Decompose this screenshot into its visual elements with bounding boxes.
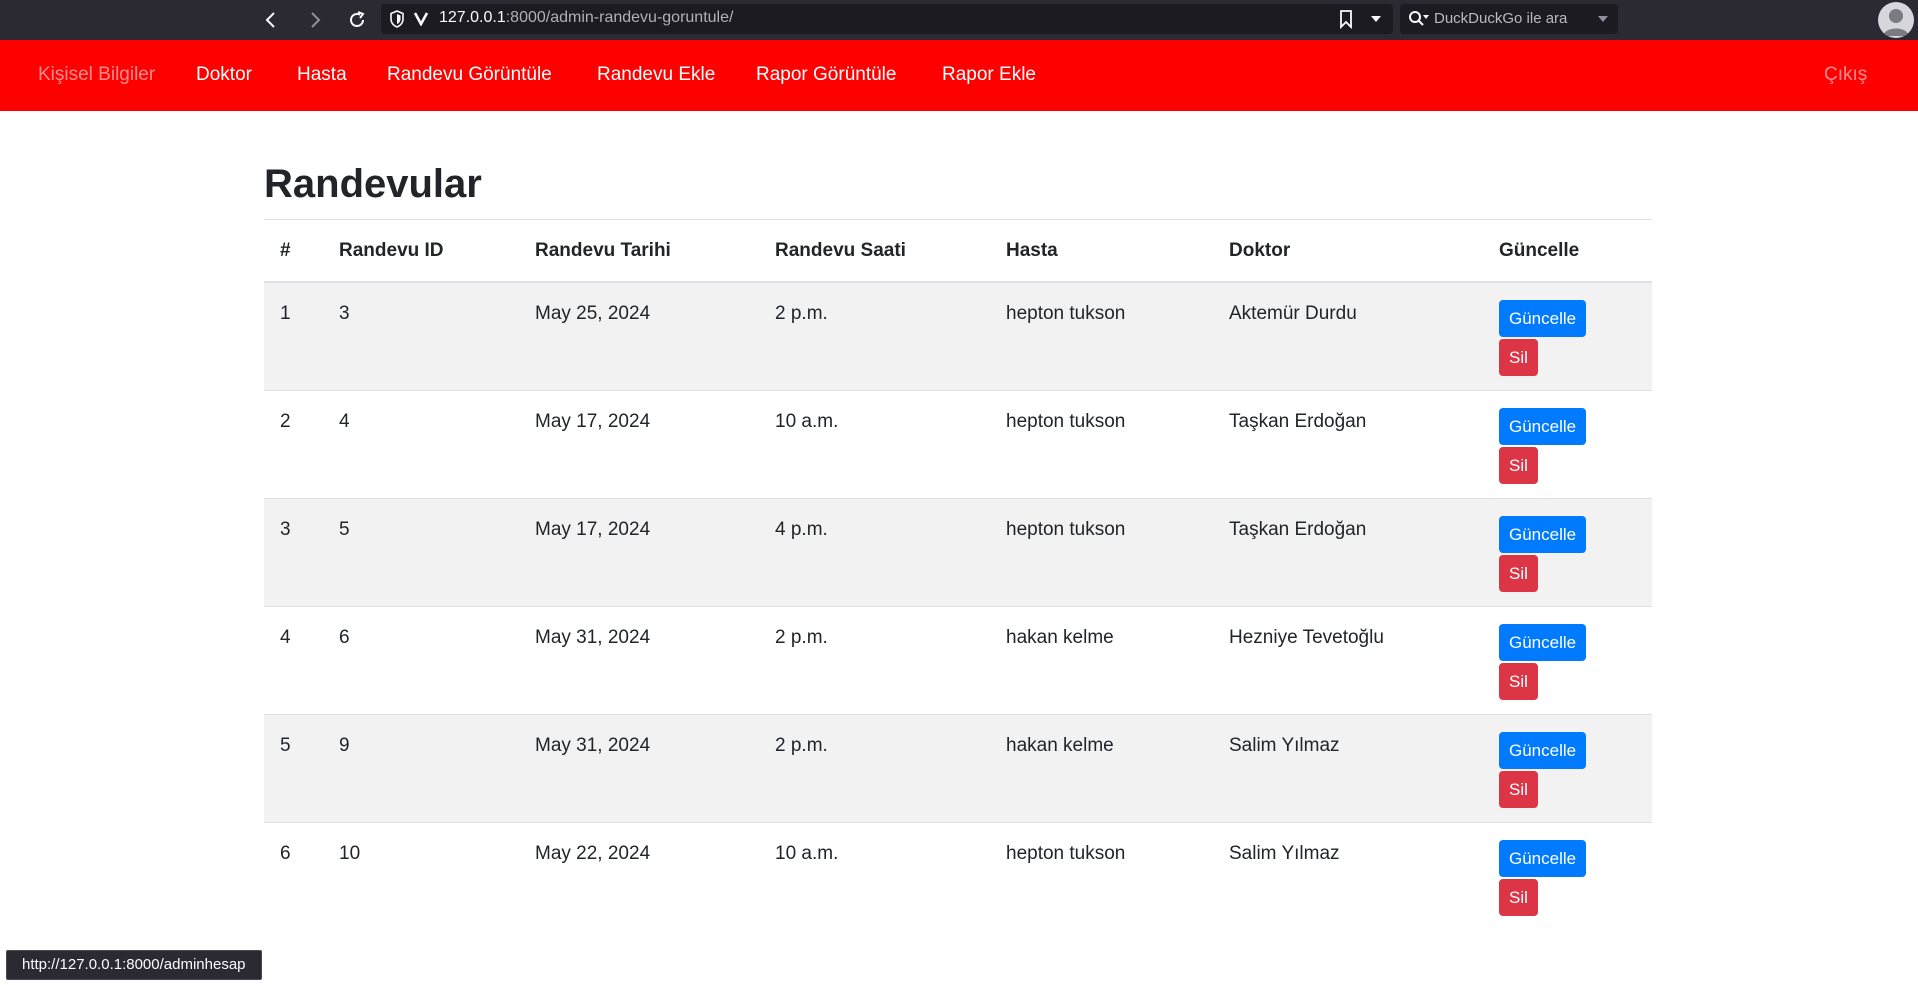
update-button[interactable]: Güncelle: [1499, 839, 1587, 877]
cell-randevu-tarihi: May 22, 2024: [519, 821, 759, 930]
cell-randevu-tarihi: May 17, 2024: [519, 389, 759, 498]
cell-doktor: Salim Yılmaz: [1213, 821, 1483, 930]
col-header-randevu-tarihi: Randevu Tarihi: [519, 219, 759, 283]
col-header-hasta: Hasta: [990, 219, 1213, 283]
table-header-row: # Randevu ID Randevu Tarihi Randevu Saat…: [264, 219, 1652, 283]
delete-button[interactable]: Sil: [1499, 339, 1538, 376]
browser-toolbar: 127.0.0.1:8000/admin-randevu-goruntule/ …: [0, 0, 1918, 40]
cell-hasta: hepton tukson: [990, 281, 1213, 390]
search-icon: [1408, 10, 1430, 33]
cell-actions: Güncelle Sil: [1483, 605, 1652, 714]
cell-hasta: hepton tukson: [990, 389, 1213, 498]
nav-doktor[interactable]: Doktor: [196, 64, 252, 86]
nav-randevu-ekle[interactable]: Randevu Ekle: [597, 64, 715, 86]
col-header-randevu-id: Randevu ID: [323, 219, 519, 283]
col-header-doktor: Doktor: [1213, 219, 1483, 283]
table-row: 4 6 May 31, 2024 2 p.m. hakan kelme Hezn…: [264, 605, 1652, 714]
account-avatar[interactable]: [1878, 2, 1914, 38]
cell-randevu-tarihi: May 17, 2024: [519, 497, 759, 606]
cell-doktor: Salim Yılmaz: [1213, 713, 1483, 822]
cell-hasta: hakan kelme: [990, 713, 1213, 822]
update-button[interactable]: Güncelle: [1499, 300, 1587, 337]
col-header-no: #: [264, 219, 323, 283]
address-bar[interactable]: 127.0.0.1:8000/admin-randevu-goruntule/: [381, 4, 1393, 34]
cell-no: 5: [264, 713, 323, 822]
update-button[interactable]: Güncelle: [1499, 731, 1587, 769]
cell-randevu-id: 9: [323, 713, 519, 822]
forward-icon[interactable]: [301, 6, 329, 34]
cell-randevu-id: 5: [323, 497, 519, 606]
table-row: 1 3 May 25, 2024 2 p.m. hepton tukson Ak…: [264, 281, 1652, 390]
table-row: 2 4 May 17, 2024 10 a.m. hepton tukson T…: [264, 389, 1652, 498]
delete-button[interactable]: Sil: [1499, 878, 1538, 916]
cell-hasta: hepton tukson: [990, 497, 1213, 606]
nav-rapor-ekle[interactable]: Rapor Ekle: [942, 64, 1036, 86]
cell-randevu-saati: 10 a.m.: [759, 389, 990, 498]
search-bar[interactable]: DuckDuckGo ile ara: [1400, 4, 1618, 34]
nav-randevu-goruntule[interactable]: Randevu Görüntüle: [387, 64, 552, 86]
cell-randevu-saati: 4 p.m.: [759, 497, 990, 606]
cell-randevu-saati: 2 p.m.: [759, 281, 990, 390]
delete-button[interactable]: Sil: [1499, 770, 1538, 808]
url-host: 127.0.0.1: [439, 9, 506, 26]
main-navbar: Kişisel Bilgiler Doktor Hasta Randevu Gö…: [0, 40, 1918, 111]
table-row: 3 5 May 17, 2024 4 p.m. hepton tukson Ta…: [264, 497, 1652, 606]
appointments-table-wrapper: # Randevu ID Randevu Tarihi Randevu Saat…: [264, 219, 1652, 930]
cell-no: 6: [264, 821, 323, 930]
cell-randevu-saati: 2 p.m.: [759, 713, 990, 822]
chevron-down-icon[interactable]: [1369, 9, 1383, 34]
cell-doktor: Taşkan Erdoğan: [1213, 389, 1483, 498]
cell-randevu-saati: 2 p.m.: [759, 605, 990, 714]
cell-doktor: Hezniye Tevetoğlu: [1213, 605, 1483, 714]
cell-actions: Güncelle Sil: [1483, 281, 1652, 390]
cell-randevu-id: 4: [323, 389, 519, 498]
search-engine-dropdown-icon[interactable]: [1596, 9, 1610, 34]
site-logo-icon: [413, 10, 429, 31]
update-button[interactable]: Güncelle: [1499, 623, 1587, 661]
delete-button[interactable]: Sil: [1499, 554, 1538, 592]
cell-randevu-id: 10: [323, 821, 519, 930]
shield-icon[interactable]: [389, 10, 405, 33]
update-button[interactable]: Güncelle: [1499, 407, 1587, 445]
page-title: Randevular: [264, 162, 482, 206]
nav-kisisel-bilgiler[interactable]: Kişisel Bilgiler: [38, 64, 155, 86]
cell-no: 1: [264, 281, 323, 390]
search-placeholder: DuckDuckGo ile ara: [1434, 10, 1568, 27]
table-row: 5 9 May 31, 2024 2 p.m. hakan kelme Sali…: [264, 713, 1652, 822]
cell-no: 3: [264, 497, 323, 606]
bookmark-icon[interactable]: [1339, 9, 1353, 34]
url-text[interactable]: 127.0.0.1:8000/admin-randevu-goruntule/: [439, 9, 733, 27]
logout-link[interactable]: Çıkış: [1824, 64, 1867, 86]
cell-randevu-id: 6: [323, 605, 519, 714]
nav-hasta[interactable]: Hasta: [297, 64, 347, 86]
cell-randevu-saati: 10 a.m.: [759, 821, 990, 930]
link-status-bar: http://127.0.0.1:8000/adminhesap: [6, 950, 262, 980]
cell-actions: Güncelle Sil: [1483, 713, 1652, 822]
url-path: :8000/admin-randevu-goruntule/: [505, 9, 734, 26]
delete-button[interactable]: Sil: [1499, 446, 1538, 484]
cell-doktor: Taşkan Erdoğan: [1213, 497, 1483, 606]
cell-actions: Güncelle Sil: [1483, 821, 1652, 930]
cell-actions: Güncelle Sil: [1483, 389, 1652, 498]
cell-doktor: Aktemür Durdu: [1213, 281, 1483, 390]
delete-button[interactable]: Sil: [1499, 662, 1538, 700]
cell-hasta: hakan kelme: [990, 605, 1213, 714]
cell-randevu-tarihi: May 25, 2024: [519, 281, 759, 390]
cell-actions: Güncelle Sil: [1483, 497, 1652, 606]
cell-hasta: hepton tukson: [990, 821, 1213, 930]
cell-randevu-tarihi: May 31, 2024: [519, 605, 759, 714]
update-button[interactable]: Güncelle: [1499, 515, 1587, 553]
back-icon[interactable]: [257, 6, 285, 34]
nav-rapor-goruntule[interactable]: Rapor Görüntüle: [756, 64, 896, 86]
reload-icon[interactable]: [343, 6, 371, 34]
cell-no: 2: [264, 389, 323, 498]
col-header-randevu-saati: Randevu Saati: [759, 219, 990, 283]
cell-randevu-tarihi: May 31, 2024: [519, 713, 759, 822]
appointments-table: # Randevu ID Randevu Tarihi Randevu Saat…: [264, 219, 1652, 930]
cell-randevu-id: 3: [323, 281, 519, 390]
table-row: 6 10 May 22, 2024 10 a.m. hepton tukson …: [264, 821, 1652, 930]
col-header-guncelle: Güncelle: [1483, 219, 1652, 283]
cell-no: 4: [264, 605, 323, 714]
